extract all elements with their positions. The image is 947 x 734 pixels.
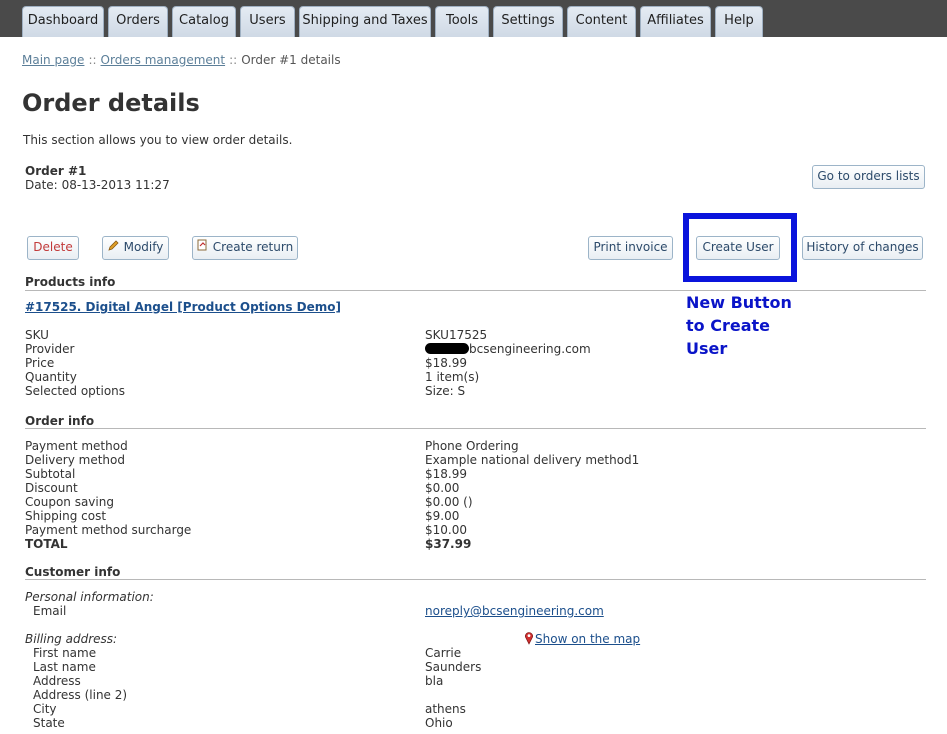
product-field-value: Size: S xyxy=(425,384,466,398)
billing-field-label: State xyxy=(33,716,65,730)
tab-tools[interactable]: Tools xyxy=(435,6,489,37)
map-pin-icon xyxy=(524,631,534,645)
divider xyxy=(25,579,926,580)
billing-field-value: Ohio xyxy=(425,716,453,730)
page-description: This section allows you to view order de… xyxy=(23,133,293,147)
order-field-value: $18.99 xyxy=(425,467,467,481)
order-total-value: $37.99 xyxy=(425,537,472,551)
product-field-value: bcsengineering.com xyxy=(425,342,591,356)
annotation-line: New Button xyxy=(686,293,792,312)
breadcrumb-separator: :: xyxy=(229,53,238,67)
tab-catalog[interactable]: Catalog xyxy=(172,6,236,37)
customer-email-link[interactable]: noreply@bcsengineering.com xyxy=(425,604,604,618)
billing-address-heading: Billing address: xyxy=(25,632,118,646)
customer-info-heading: Customer info xyxy=(25,565,121,579)
tab-content[interactable]: Content xyxy=(567,6,636,37)
modify-button[interactable]: Modify xyxy=(102,236,169,260)
billing-field-value: Carrie xyxy=(425,646,462,660)
top-nav-bar: Dashboard Orders Catalog Users Shipping … xyxy=(0,0,947,37)
divider xyxy=(25,290,926,291)
breadcrumb: Main page:: Orders management:: Order #1 d… xyxy=(22,53,341,67)
redaction-mark xyxy=(425,343,469,354)
page-title: Order details xyxy=(22,89,200,117)
billing-field-label: Address (line 2) xyxy=(33,688,128,702)
delete-button[interactable]: Delete xyxy=(27,236,79,260)
billing-field-label: First name xyxy=(33,646,97,660)
order-date: Date: 08-13-2013 11:27 xyxy=(25,178,170,192)
order-field-value: $10.00 xyxy=(425,523,467,537)
create-return-button[interactable]: Create return xyxy=(192,236,298,260)
product-field-label: Quantity xyxy=(25,370,77,384)
product-field-value: $18.99 xyxy=(425,356,467,370)
tab-dashboard[interactable]: Dashboard xyxy=(22,6,104,37)
annotation-line: to Create xyxy=(686,316,770,335)
annotation-line: User xyxy=(686,339,728,358)
order-field-label: Delivery method xyxy=(25,453,125,467)
order-number: Order #1 xyxy=(25,164,87,178)
tab-shipping-and-taxes[interactable]: Shipping and Taxes xyxy=(299,6,431,37)
order-field-value: Example national delivery method1 xyxy=(425,453,640,467)
tab-affiliates[interactable]: Affiliates xyxy=(640,6,711,37)
billing-field-label: Address xyxy=(33,674,81,688)
product-field-value: 1 item(s) xyxy=(425,370,480,384)
order-field-label: Payment method surcharge xyxy=(25,523,192,537)
print-invoice-button[interactable]: Print invoice xyxy=(588,236,673,260)
billing-field-value: Saunders xyxy=(425,660,482,674)
breadcrumb-orders-management[interactable]: Orders management xyxy=(101,53,226,67)
order-field-value: $0.00 xyxy=(425,481,460,495)
order-date-value: 08-13-2013 11:27 xyxy=(61,178,170,192)
product-field-value: SKU17525 xyxy=(425,328,488,342)
go-to-orders-list-button[interactable]: Go to orders lists xyxy=(812,165,925,189)
products-info-heading: Products info xyxy=(25,275,116,289)
order-field-label: Subtotal xyxy=(25,467,76,481)
tab-settings[interactable]: Settings xyxy=(493,6,563,37)
tab-help[interactable]: Help xyxy=(715,6,763,37)
provider-domain: bcsengineering.com xyxy=(469,342,591,356)
return-document-icon xyxy=(197,237,208,258)
breadcrumb-separator: :: xyxy=(88,53,97,67)
customer-field-label: Email xyxy=(33,604,67,618)
divider xyxy=(25,428,926,429)
order-field-label: Coupon saving xyxy=(25,495,114,509)
order-field-label: Payment method xyxy=(25,439,128,453)
show-on-map-link[interactable]: Show on the map xyxy=(535,632,640,646)
annotation-text: New Button to Create User xyxy=(686,291,806,360)
order-total-label: TOTAL xyxy=(25,537,68,551)
order-field-label: Shipping cost xyxy=(25,509,107,523)
product-field-label: SKU xyxy=(25,328,49,342)
tab-users[interactable]: Users xyxy=(240,6,295,37)
billing-field-value: athens xyxy=(425,702,466,716)
order-field-value: Phone Ordering xyxy=(425,439,519,453)
pencil-icon xyxy=(107,237,119,258)
create-return-button-label: Create return xyxy=(212,240,294,254)
tab-orders[interactable]: Orders xyxy=(108,6,168,37)
order-field-value: $0.00 () xyxy=(425,495,473,509)
billing-field-value: bla xyxy=(425,674,444,688)
billing-field-label: Last name xyxy=(33,660,96,674)
order-info-heading: Order info xyxy=(25,414,95,428)
order-field-value: $9.00 xyxy=(425,509,460,523)
personal-info-heading: Personal information: xyxy=(25,590,154,604)
product-link[interactable]: #17525. Digital Angel [Product Options D… xyxy=(25,300,341,314)
billing-field-label: City xyxy=(33,702,57,716)
history-of-changes-button[interactable]: History of changes xyxy=(802,236,923,260)
breadcrumb-current: Order #1 details xyxy=(241,53,341,67)
order-date-label: Date: xyxy=(25,178,58,192)
annotation-highlight-box xyxy=(683,213,797,282)
breadcrumb-main-page[interactable]: Main page xyxy=(22,53,84,67)
product-field-label: Price xyxy=(25,356,55,370)
product-field-label: Selected options xyxy=(25,384,126,398)
order-field-label: Discount xyxy=(25,481,78,495)
product-field-label: Provider xyxy=(25,342,75,356)
modify-button-label: Modify xyxy=(123,240,164,254)
